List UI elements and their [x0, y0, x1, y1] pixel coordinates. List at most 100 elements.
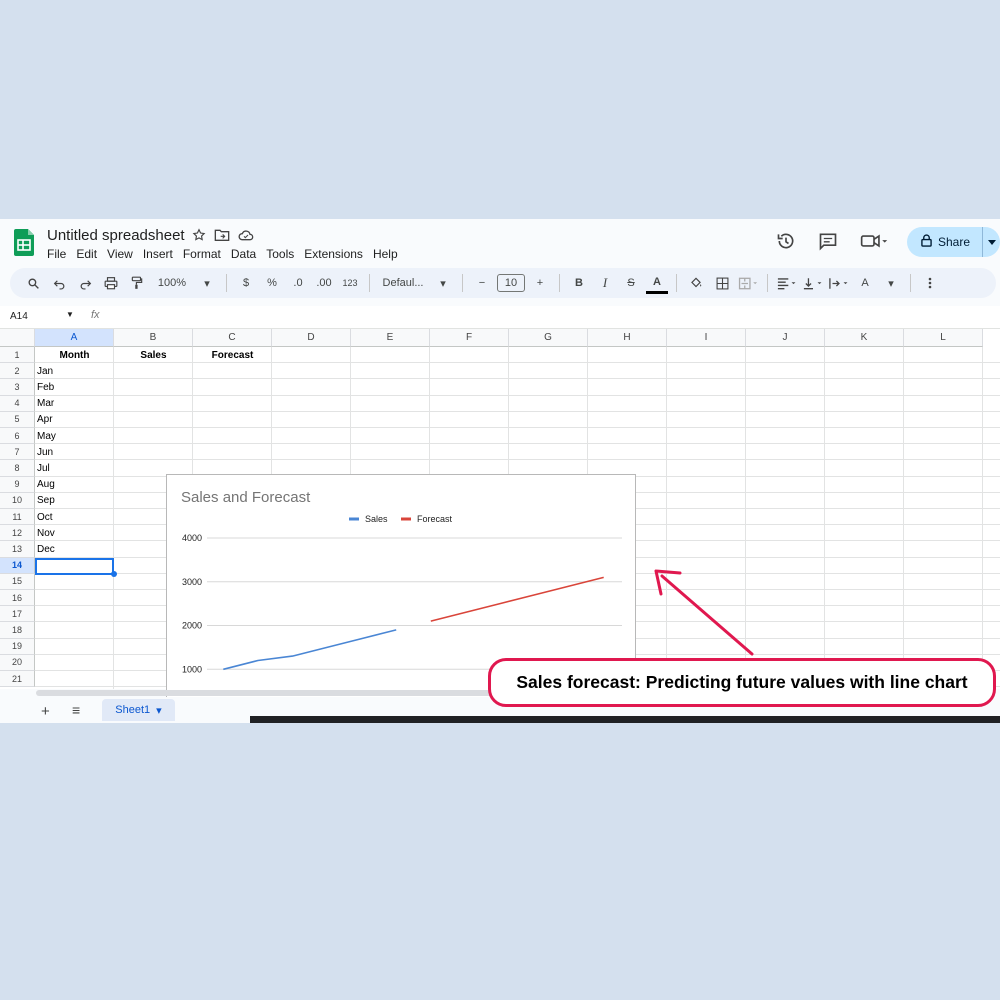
currency-format-button[interactable]: $: [235, 271, 257, 295]
font-select[interactable]: Defaul...: [378, 271, 428, 295]
row-header-7[interactable]: 7: [0, 444, 35, 461]
row-header-2[interactable]: 2: [0, 363, 35, 380]
share-dropdown-icon[interactable]: [982, 227, 1000, 257]
row-header-9[interactable]: 9: [0, 476, 35, 493]
fill-color-icon[interactable]: [685, 271, 707, 295]
row-header-5[interactable]: 5: [0, 411, 35, 428]
month-cell[interactable]: Dec: [37, 541, 114, 557]
fill-handle[interactable]: [111, 570, 117, 577]
cloud-status-icon[interactable]: [238, 228, 254, 247]
merge-cells-icon[interactable]: [737, 271, 759, 295]
row-header-10[interactable]: 10: [0, 492, 35, 509]
row-header-8[interactable]: 8: [0, 460, 35, 477]
month-cell[interactable]: Nov: [37, 525, 114, 541]
menu-tools[interactable]: Tools: [266, 247, 294, 261]
month-cell[interactable]: Jul: [37, 460, 114, 476]
share-button[interactable]: Share: [907, 227, 1000, 257]
comments-icon[interactable]: [818, 231, 838, 256]
zoom-select[interactable]: 100%: [152, 271, 192, 295]
column-header-c[interactable]: C: [193, 329, 272, 347]
row-header-4[interactable]: 4: [0, 395, 35, 412]
column-header-b[interactable]: B: [114, 329, 193, 347]
row-header-12[interactable]: 12: [0, 525, 35, 542]
number-format-button[interactable]: 123: [339, 271, 361, 295]
undo-icon[interactable]: [48, 271, 70, 295]
header-cell-sales[interactable]: Sales: [114, 347, 193, 363]
column-header-j[interactable]: J: [746, 329, 825, 347]
name-box[interactable]: A14: [10, 311, 28, 322]
menu-insert[interactable]: Insert: [143, 247, 173, 261]
sheet-tab-sheet1[interactable]: Sheet1 ▾: [102, 699, 175, 721]
print-icon[interactable]: [100, 271, 122, 295]
row-header-6[interactable]: 6: [0, 428, 35, 445]
row-header-17[interactable]: 17: [0, 606, 35, 623]
column-header-k[interactable]: K: [825, 329, 904, 347]
column-header-d[interactable]: D: [272, 329, 351, 347]
column-header-a[interactable]: A: [35, 329, 114, 347]
more-options-icon[interactable]: [919, 271, 941, 295]
header-cell-forecast[interactable]: Forecast: [193, 347, 272, 363]
document-title[interactable]: Untitled spreadsheet: [47, 227, 185, 244]
column-header-h[interactable]: H: [588, 329, 667, 347]
sheet-tab-dropdown-icon[interactable]: ▾: [156, 704, 162, 717]
star-icon[interactable]: [192, 228, 206, 247]
column-header-g[interactable]: G: [509, 329, 588, 347]
column-header-e[interactable]: E: [351, 329, 430, 347]
row-header-20[interactable]: 20: [0, 654, 35, 671]
horizontal-align-icon[interactable]: [776, 271, 798, 295]
percent-format-button[interactable]: %: [261, 271, 283, 295]
row-header-18[interactable]: 18: [0, 622, 35, 639]
month-cell[interactable]: Aug: [37, 477, 114, 493]
row-header-14[interactable]: 14: [0, 557, 35, 574]
menu-extensions[interactable]: Extensions: [304, 247, 363, 261]
all-sheets-button[interactable]: ≡: [72, 702, 80, 718]
column-header-l[interactable]: L: [904, 329, 983, 347]
row-header-15[interactable]: 15: [0, 573, 35, 590]
text-rotation-button[interactable]: A: [854, 271, 876, 295]
zoom-dropdown-icon[interactable]: ▾: [196, 271, 218, 295]
sheets-logo-icon[interactable]: [14, 229, 34, 256]
menu-format[interactable]: Format: [183, 247, 221, 261]
italic-button[interactable]: I: [594, 271, 616, 295]
month-cell[interactable]: Mar: [37, 396, 114, 412]
font-size-decrease-button[interactable]: −: [471, 271, 493, 295]
vertical-align-icon[interactable]: [802, 271, 824, 295]
increase-decimal-button[interactable]: .00: [313, 271, 335, 295]
header-cell-month[interactable]: Month: [35, 347, 114, 363]
text-color-button[interactable]: A: [646, 273, 668, 294]
month-cell[interactable]: Oct: [37, 509, 114, 525]
text-wrapping-icon[interactable]: [828, 271, 850, 295]
row-header-13[interactable]: 13: [0, 541, 35, 558]
month-cell[interactable]: Jan: [37, 363, 114, 379]
search-menus-icon[interactable]: [22, 271, 44, 295]
row-header-16[interactable]: 16: [0, 590, 35, 607]
redo-icon[interactable]: [74, 271, 96, 295]
month-cell[interactable]: Sep: [37, 493, 114, 509]
decrease-decimal-button[interactable]: .0: [287, 271, 309, 295]
bold-button[interactable]: B: [568, 271, 590, 295]
font-dropdown-icon[interactable]: ▾: [432, 271, 454, 295]
selected-cell-a14[interactable]: [35, 557, 114, 575]
horizontal-scrollbar[interactable]: [36, 690, 526, 696]
month-cell[interactable]: Apr: [37, 412, 114, 428]
menu-edit[interactable]: Edit: [76, 247, 97, 261]
select-all-corner[interactable]: [0, 329, 35, 347]
text-rotation-dropdown-icon[interactable]: ▾: [880, 271, 902, 295]
strikethrough-button[interactable]: S: [620, 271, 642, 295]
font-size-increase-button[interactable]: +: [529, 271, 551, 295]
meet-video-icon[interactable]: [860, 231, 888, 256]
month-cell[interactable]: Jun: [37, 444, 114, 460]
row-header-19[interactable]: 19: [0, 638, 35, 655]
row-header-3[interactable]: 3: [0, 379, 35, 396]
font-size-input[interactable]: 10: [497, 274, 525, 292]
row-header-21[interactable]: 21: [0, 671, 35, 688]
column-header-i[interactable]: I: [667, 329, 746, 347]
row-header-1[interactable]: 1: [0, 347, 35, 364]
menu-file[interactable]: File: [47, 247, 66, 261]
name-box-dropdown-icon[interactable]: ▼: [66, 310, 74, 319]
column-header-f[interactable]: F: [430, 329, 509, 347]
borders-icon[interactable]: [711, 271, 733, 295]
version-history-icon[interactable]: [776, 231, 796, 256]
move-folder-icon[interactable]: [214, 228, 230, 247]
month-cell[interactable]: May: [37, 428, 114, 444]
